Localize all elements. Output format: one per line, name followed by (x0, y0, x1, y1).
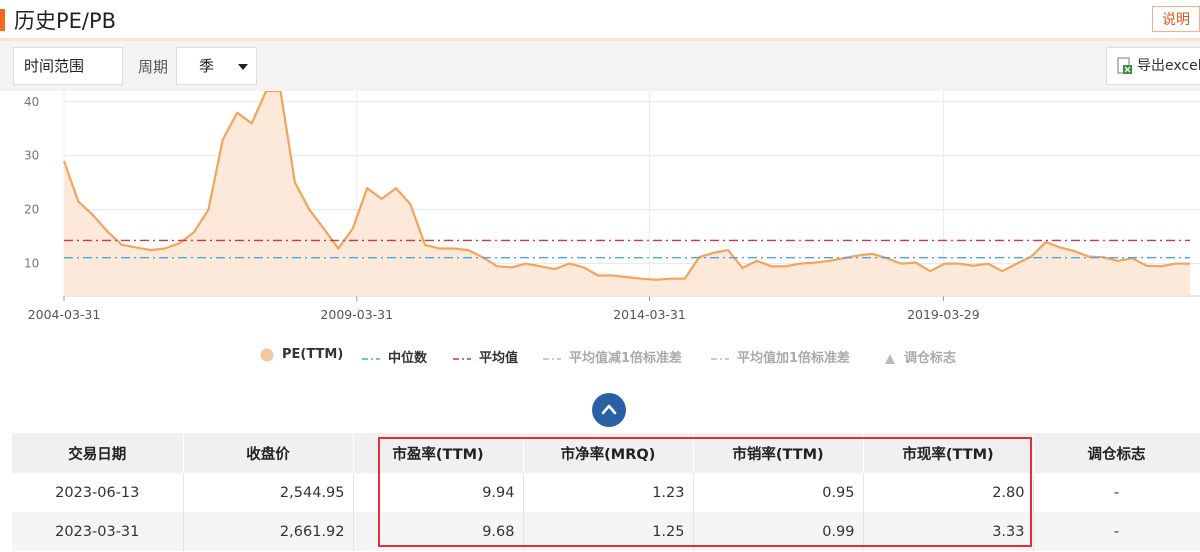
legend-triangle-icon (885, 353, 895, 364)
y-tick-label: 30 (24, 149, 39, 163)
x-tick-label: 2019-03-29 (907, 307, 980, 322)
column-header[interactable]: 市净率(MRQ) (523, 433, 694, 473)
column-header[interactable]: 收盘价 (183, 433, 354, 473)
legend-circle-icon (260, 348, 274, 361)
y-tick-label: 40 (24, 95, 39, 109)
column-header[interactable]: 市盈率(TTM) (353, 433, 524, 473)
column-header[interactable]: 市销率(TTM) (693, 433, 864, 473)
time-range-button[interactable]: 时间范围 (13, 47, 123, 85)
page-title: 历史PE/PB (14, 9, 117, 33)
legend-dashdot-icon (711, 357, 729, 360)
excel-export-icon (1117, 57, 1132, 74)
cell-pe-ttm: 9.94 (353, 473, 524, 512)
legend-label: 平均值减1倍标准差 (569, 351, 683, 366)
y-tick-label: 10 (24, 257, 39, 271)
pe-history-chart: 10 20 30 40 2004-03-31 2009-03-31 2014-03-31 20… (24, 91, 1200, 322)
table-row: 2023-06-13 2,544.95 9.94 1.23 0.95 2.80 … (12, 473, 1200, 512)
x-tick-label: 2014-03-31 (613, 307, 686, 322)
cell-date: 2023-03-31 (12, 512, 184, 551)
legend-item[interactable]: 平均值加1倍标准差 (711, 347, 850, 366)
legend-label: 调仓标志 (904, 351, 957, 366)
legend-label: 中位数 (388, 351, 428, 366)
cell-pb-mrq: 1.25 (523, 512, 694, 551)
column-header[interactable]: 市现率(TTM) (863, 433, 1034, 473)
table-header-row: 交易日期 收盘价 市盈率(TTM) 市净率(MRQ) 市销率(TTM) 市现率(… (12, 433, 1200, 473)
legend-dashdot-icon (453, 357, 471, 360)
legend-item[interactable]: 调仓标志 (884, 347, 956, 366)
title-accent-bar (0, 9, 5, 31)
cell-date: 2023-06-13 (12, 473, 184, 512)
legend-item[interactable]: 平均值 (453, 347, 518, 366)
legend-item[interactable]: 中位数 (362, 347, 427, 366)
period-label: 周期 (138, 58, 169, 76)
period-select[interactable]: 季 (176, 47, 257, 85)
period-select-value: 季 (199, 57, 215, 75)
cell-close-price: 2,661.92 (183, 512, 354, 551)
cell-rebalance-flag: - (1033, 512, 1200, 551)
cell-pcf-ttm: 2.80 (863, 473, 1034, 512)
export-excel-label: 导出excel (1137, 58, 1200, 74)
export-excel-button[interactable]: 导出excel (1106, 47, 1200, 85)
cell-ps-ttm: 0.95 (693, 473, 864, 512)
valuation-table: 交易日期 收盘价 市盈率(TTM) 市净率(MRQ) 市销率(TTM) 市现率(… (12, 433, 1200, 551)
collapse-button[interactable] (592, 393, 626, 427)
help-button[interactable]: 说明 (1152, 6, 1200, 32)
cell-pb-mrq: 1.23 (523, 473, 694, 512)
chevron-down-icon (238, 64, 248, 70)
legend-dashdot-icon (362, 357, 380, 360)
x-tick-label: 2004-03-31 (28, 307, 101, 322)
legend-label: 平均值加1倍标准差 (737, 351, 851, 366)
cell-rebalance-flag: - (1033, 473, 1200, 512)
column-header[interactable]: 交易日期 (12, 433, 184, 473)
cell-pcf-ttm: 3.33 (863, 512, 1034, 551)
column-header[interactable]: 调仓标志 (1033, 433, 1200, 473)
legend-dashdot-icon (543, 357, 561, 360)
legend-label: 平均值 (479, 351, 519, 366)
legend-label: PE(TTM) (282, 347, 344, 362)
chevron-up-icon (601, 404, 617, 415)
title-bar: 历史PE/PB 说明 (0, 0, 1200, 41)
y-tick-label: 20 (24, 203, 39, 217)
table-row: 2023-03-31 2,661.92 9.68 1.25 0.99 3.33 … (12, 512, 1200, 551)
legend-item[interactable]: 平均值减1倍标准差 (543, 347, 682, 366)
cell-pe-ttm: 9.68 (353, 512, 524, 551)
cell-ps-ttm: 0.99 (693, 512, 864, 551)
legend-item[interactable]: PE(TTM) (260, 347, 343, 362)
toolbar: 时间范围 周期 季 导出excel (0, 41, 1200, 91)
cell-close-price: 2,544.95 (183, 473, 354, 512)
chart-legend: PE(TTM) 中位数 平均值 平均值减1倍标准差 平均值加1倍标准差 调仓标志 (0, 344, 1200, 366)
x-tick-label: 2009-03-31 (320, 307, 393, 322)
